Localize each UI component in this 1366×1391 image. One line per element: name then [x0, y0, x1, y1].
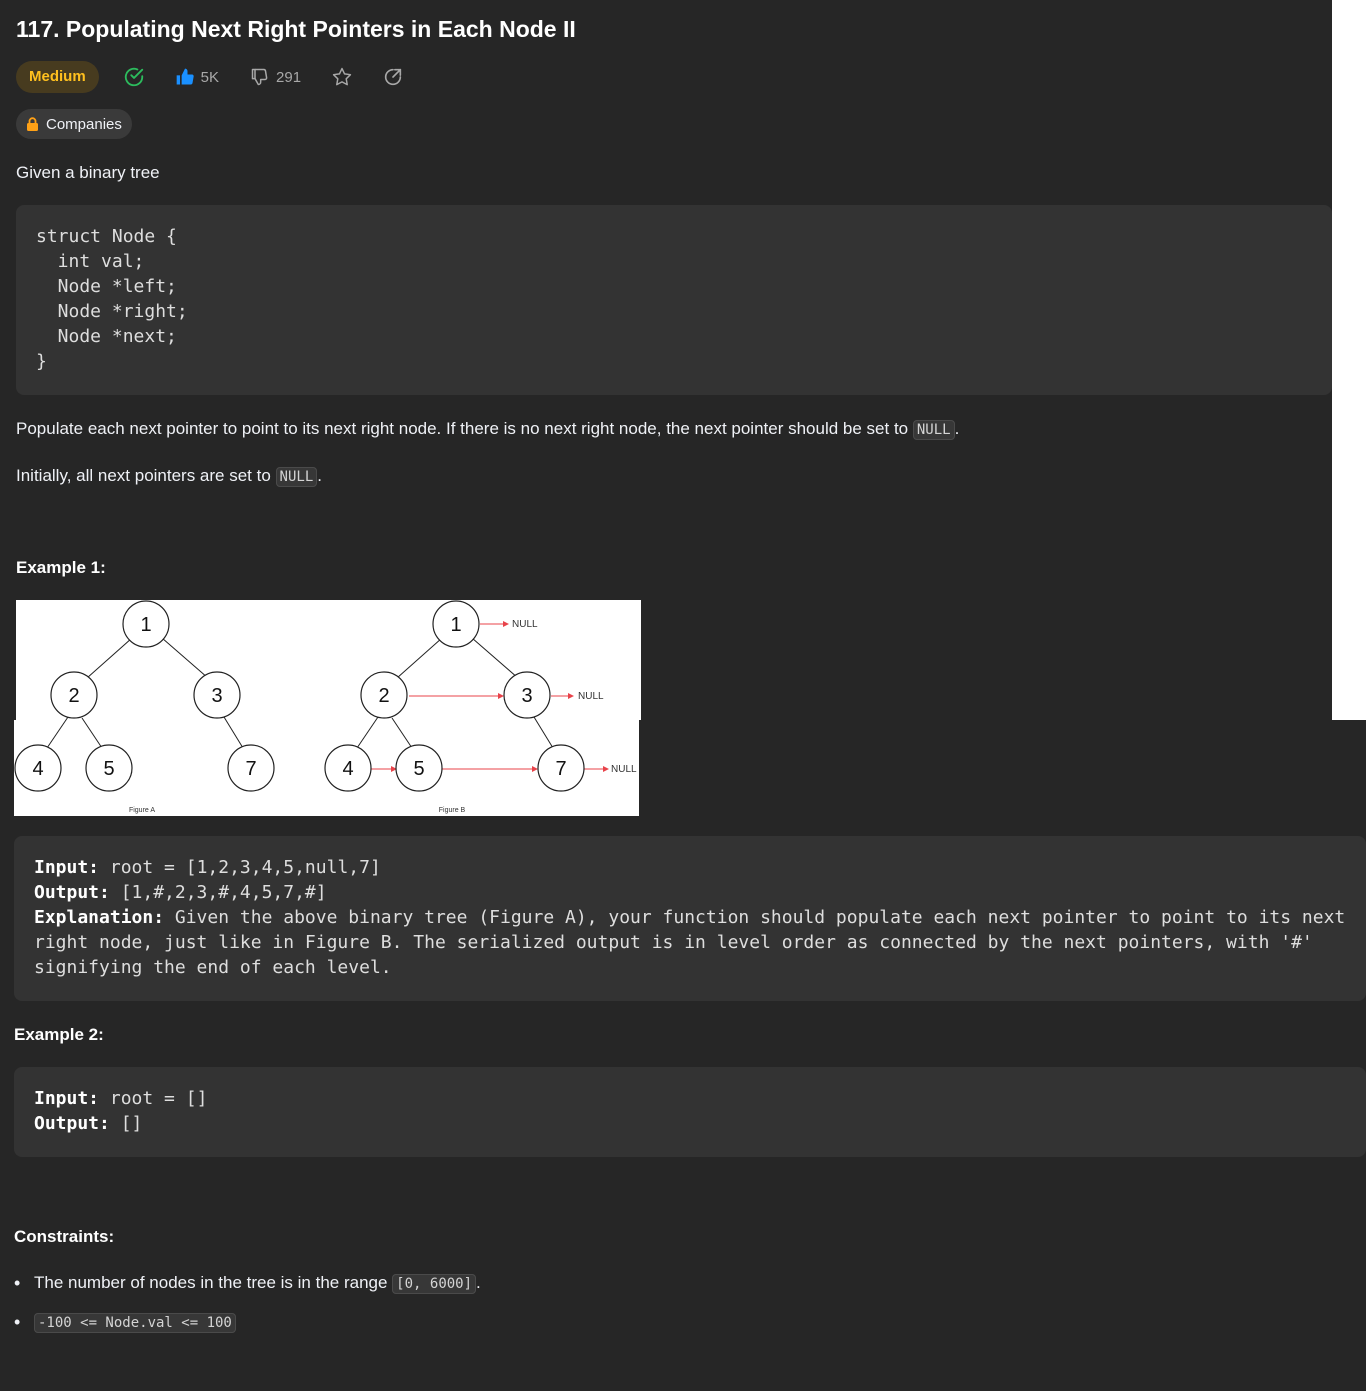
explanation-value: Given the above binary tree (Figure A), … [34, 907, 1346, 978]
companies-tag[interactable]: Companies [16, 109, 132, 139]
like-count: 5K [200, 68, 220, 86]
tree-a-node: 3 [211, 685, 222, 707]
tree-b-node: 5 [413, 758, 424, 780]
figure-b-caption: Figure B [439, 807, 466, 814]
tree-b-node: 7 [555, 758, 566, 780]
dislike-button[interactable]: 291 [250, 67, 301, 87]
null-label: NULL [611, 764, 637, 775]
tree-b-node: 1 [450, 614, 461, 636]
output-label: Output: [34, 1113, 110, 1134]
null-label: NULL [578, 691, 604, 702]
struct-code-block: struct Node { int val; Node *left; Node … [16, 205, 1332, 395]
constraint-text: The number of nodes in the tree is in th… [34, 1273, 393, 1292]
constraint-item: The number of nodes in the tree is in th… [14, 1273, 481, 1294]
null-code-2: NULL [275, 467, 318, 487]
solved-check-icon [123, 66, 145, 88]
tree-b-node: 4 [342, 758, 353, 780]
example-2-code-block: Input: root = [] Output: [] [14, 1067, 1366, 1157]
right-edge-panel [1332, 0, 1366, 720]
figure-right-notch [639, 720, 641, 816]
example-1-figure: 1 2 3 4 5 7 1 2 3 4 5 7 NULL NULL NULL F… [14, 600, 641, 816]
example-2-lines: Input: root = [] Output: [] [34, 1086, 207, 1136]
constraint-code: -100 <= Node.val <= 100 [34, 1313, 236, 1333]
companies-label: Companies [46, 115, 122, 133]
input-value: root = [1,2,3,4,5,null,7] [99, 857, 381, 878]
figure-a-caption: Figure A [129, 807, 155, 814]
constraints-list: The number of nodes in the tree is in th… [14, 1273, 481, 1333]
problem-title: 117. Populating Next Right Pointers in E… [16, 16, 576, 42]
tree-a-node: 7 [245, 758, 256, 780]
constraint-suffix: . [476, 1273, 481, 1292]
null-code: NULL [912, 420, 955, 440]
constraint-code: [0, 6000] [392, 1274, 477, 1294]
output-label: Output: [34, 882, 110, 903]
explanation-label: Explanation: [34, 907, 165, 928]
intro-text: Given a binary tree [16, 163, 160, 182]
dislike-count: 291 [276, 68, 302, 86]
struct-code: struct Node { int val; Node *left; Node … [36, 226, 188, 372]
tree-a-node: 2 [68, 685, 79, 707]
thumbs-down-icon [250, 67, 270, 87]
example-1-heading: Example 1: [16, 558, 106, 577]
tree-b-node: 3 [521, 685, 532, 707]
favorite-star-icon[interactable] [331, 66, 353, 88]
tree-a-node: 4 [32, 758, 43, 780]
lock-icon [26, 117, 39, 131]
constraints-heading: Constraints: [14, 1227, 115, 1246]
example-1-code-block: Input: root = [1,2,3,4,5,null,7] Output:… [14, 836, 1366, 1001]
example-1-lines: Input: root = [1,2,3,4,5,null,7] Output:… [34, 855, 1345, 980]
figure-left-notch [14, 600, 16, 720]
input-label: Input: [34, 857, 100, 878]
constraint-item: -100 <= Node.val <= 100 [14, 1312, 481, 1333]
tree-a-node: 1 [140, 614, 151, 636]
share-icon[interactable] [382, 66, 404, 88]
populate-text: Populate each next pointer to point to i… [16, 419, 913, 438]
initially-text: Initially, all next pointers are set to [16, 466, 276, 485]
thumbs-up-icon [175, 67, 195, 87]
initially-paragraph: Initially, all next pointers are set to … [16, 466, 322, 487]
tree-b-node: 2 [378, 685, 389, 707]
difficulty-badge: Medium [16, 61, 99, 93]
output-value: [1,#,2,3,#,4,5,7,#] [109, 882, 327, 903]
like-button[interactable]: 5K [175, 67, 219, 87]
input-label: Input: [34, 1088, 100, 1109]
problem-meta-row: Medium 5K 291 [16, 61, 404, 93]
populate-paragraph: Populate each next pointer to point to i… [16, 419, 960, 440]
input-value: root = [] [99, 1088, 208, 1109]
example-2-heading: Example 2: [14, 1025, 104, 1044]
output-value: [] [109, 1113, 143, 1134]
tree-a-node: 5 [103, 758, 114, 780]
null-label: NULL [512, 619, 538, 630]
